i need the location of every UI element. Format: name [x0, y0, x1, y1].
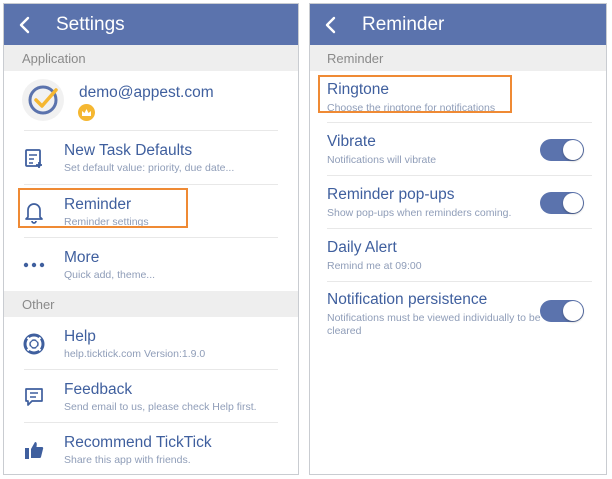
section-header-reminder: Reminder	[310, 45, 606, 71]
vibrate-description: Notifications will vibrate	[327, 154, 437, 166]
reminder-screen: Reminder Reminder Ringtone Choose the ri…	[309, 3, 607, 475]
page-title: Reminder	[362, 13, 445, 35]
highlight-box-reminder	[18, 188, 188, 228]
settings-item-recommend[interactable]: Recommend TickTick Share this app with f…	[4, 423, 298, 474]
setting-daily-alert[interactable]: Daily Alert Remind me at 09:00	[310, 229, 606, 282]
highlight-box-ringtone	[318, 75, 512, 113]
settings-header: Settings	[4, 4, 298, 45]
persistence-label: Notification persistence	[327, 291, 488, 308]
daily-alert-label: Daily Alert	[327, 239, 397, 256]
page-title: Settings	[56, 13, 125, 35]
more-dots-icon	[22, 253, 46, 277]
lifebuoy-icon	[22, 332, 46, 356]
item-label: New Task Defaults	[64, 142, 193, 159]
back-button[interactable]	[310, 4, 350, 45]
settings-item-new-task-defaults[interactable]: New Task Defaults Set default value: pri…	[4, 131, 298, 185]
toggle-knob	[563, 193, 583, 213]
persistence-toggle[interactable]	[540, 300, 584, 322]
app-logo-icon	[28, 85, 58, 115]
thumbs-up-icon	[22, 438, 46, 462]
reminder-header: Reminder	[310, 4, 606, 45]
back-arrow-icon	[19, 16, 30, 33]
item-description: Quick add, theme...	[64, 269, 156, 281]
item-description: Share this app with friends.	[64, 454, 191, 466]
back-button[interactable]	[4, 4, 44, 45]
item-label: More	[64, 249, 100, 266]
popups-label: Reminder pop-ups	[327, 186, 455, 203]
section-header-application: Application	[4, 45, 298, 71]
settings-item-more[interactable]: More Quick add, theme...	[4, 238, 298, 291]
account-row[interactable]: demo@appest.com	[4, 71, 298, 131]
section-header-other: Other	[4, 291, 298, 317]
item-label: Feedback	[64, 381, 133, 398]
popups-description: Show pop-ups when reminders coming.	[327, 207, 512, 219]
setting-vibrate[interactable]: Vibrate Notifications will vibrate	[310, 123, 606, 176]
daily-alert-description: Remind me at 09:00	[327, 260, 422, 272]
avatar	[22, 79, 64, 121]
account-email: demo@appest.com	[79, 84, 214, 101]
feedback-icon	[22, 385, 46, 409]
premium-badge-icon	[78, 104, 95, 121]
vibrate-toggle[interactable]	[540, 139, 584, 161]
back-arrow-icon	[325, 16, 336, 33]
toggle-knob	[563, 140, 583, 160]
persistence-description: Notifications must be viewed individuall…	[327, 312, 541, 337]
item-description: Set default value: priority, due date...	[64, 162, 235, 174]
settings-item-help[interactable]: Help help.ticktick.com Version:1.9.0	[4, 317, 298, 370]
setting-reminder-popups[interactable]: Reminder pop-ups Show pop-ups when remin…	[310, 176, 606, 229]
item-label: Recommend TickTick	[64, 434, 212, 451]
item-label: Help	[64, 328, 96, 345]
vibrate-label: Vibrate	[327, 133, 376, 150]
settings-item-feedback[interactable]: Feedback Send email to us, please check …	[4, 370, 298, 423]
toggle-knob	[563, 301, 583, 321]
settings-screen: Settings Application demo@appest.com New…	[3, 3, 299, 475]
item-description: Send email to us, please check Help firs…	[64, 401, 257, 413]
item-description: help.ticktick.com Version:1.9.0	[64, 348, 206, 360]
setting-notification-persistence[interactable]: Notification persistence Notifications m…	[310, 282, 606, 346]
popups-toggle[interactable]	[540, 192, 584, 214]
task-defaults-icon	[22, 146, 46, 170]
